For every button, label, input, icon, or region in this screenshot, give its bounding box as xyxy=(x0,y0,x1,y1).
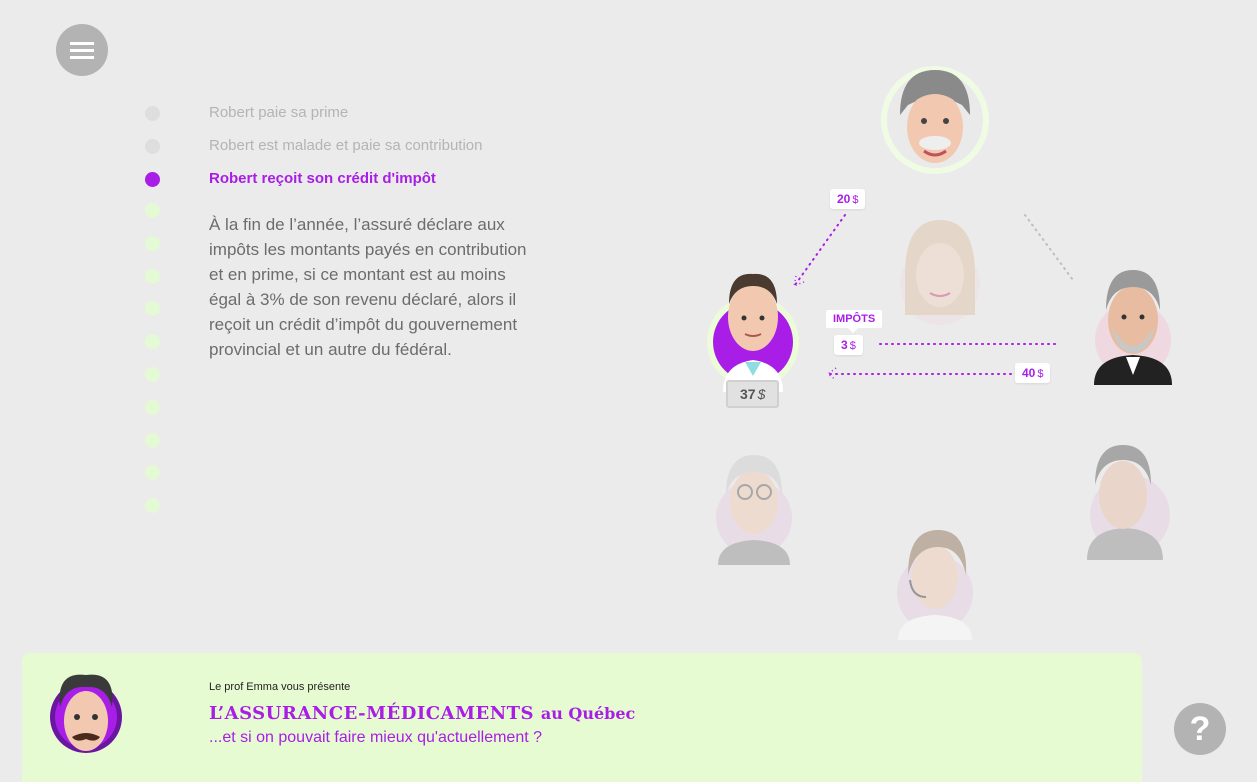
hamburger-menu-icon xyxy=(70,42,94,59)
question-mark-icon: ? xyxy=(1189,710,1211,748)
footer-banner: Le prof Emma vous présente L’ASSURANCE-M… xyxy=(22,653,1142,782)
headset-woman-avatar-faded xyxy=(897,530,973,640)
step-dot xyxy=(145,171,160,187)
future-step-dot[interactable] xyxy=(145,465,160,481)
future-step-dot[interactable] xyxy=(145,268,160,284)
site-title: L’ASSURANCE-MÉDICAMENTS au Québec xyxy=(209,703,635,724)
suit-man-avatar-faded xyxy=(1087,445,1170,560)
step-dot xyxy=(145,106,160,121)
step-label: Robert est malade et paie sa contributio… xyxy=(209,136,483,154)
robert-avatar xyxy=(707,273,799,392)
step-label: Robert reçoit son crédit d'impôt xyxy=(209,169,436,187)
help-button[interactable]: ? xyxy=(1174,703,1226,755)
menu-button[interactable] xyxy=(56,24,108,76)
site-title-suffix: au Québec xyxy=(540,704,636,723)
presenter-line: Le prof Emma vous présente xyxy=(209,681,351,693)
price-badge: 37 $ xyxy=(726,380,780,408)
bearded-man-avatar xyxy=(1094,270,1172,385)
future-step-dot[interactable] xyxy=(145,203,160,218)
step-item[interactable]: Robert est malade et paie sa contributio… xyxy=(143,130,563,163)
future-step-dot[interactable] xyxy=(145,301,160,317)
amount-tag-right: 40 $ xyxy=(1015,363,1051,383)
future-step-dot[interactable] xyxy=(145,235,160,251)
future-step-dot[interactable] xyxy=(145,498,160,514)
glasses-man-avatar-faded xyxy=(716,455,792,565)
future-step-dot[interactable] xyxy=(145,399,160,415)
step-description: À la fin de l’année, l’assuré déclare au… xyxy=(209,215,527,359)
step-item[interactable]: Robert paie sa prime xyxy=(143,97,563,130)
site-subtitle: ...et si on pouvait faire mieux qu'actue… xyxy=(209,729,543,746)
woman-avatar-faded xyxy=(900,220,980,325)
diagram: 37 $ 20 $ IMPÔTS 3 $ 40 $ xyxy=(690,50,1200,650)
future-step-dot[interactable] xyxy=(145,334,160,350)
step-item-active[interactable]: Robert reçoit son crédit d'impôt xyxy=(143,163,563,196)
impots-label: IMPÔTS xyxy=(826,310,883,333)
step-label: Robert paie sa prime xyxy=(209,104,349,121)
step-dot xyxy=(145,138,160,154)
site-title-main: L’ASSURANCE-MÉDICAMENTS xyxy=(209,703,535,724)
future-step-dot[interactable] xyxy=(145,432,160,448)
future-step-dot[interactable] xyxy=(145,366,160,382)
step-list: Robert paie sa prime Robert est malade e… xyxy=(143,97,563,195)
future-steps xyxy=(145,203,160,531)
elderly-man-avatar xyxy=(881,66,989,174)
prof-emma-avatar xyxy=(50,674,122,753)
amount-tag-top: 20 $ xyxy=(830,189,866,209)
amount-tag-impots: 3 $ xyxy=(834,335,863,355)
